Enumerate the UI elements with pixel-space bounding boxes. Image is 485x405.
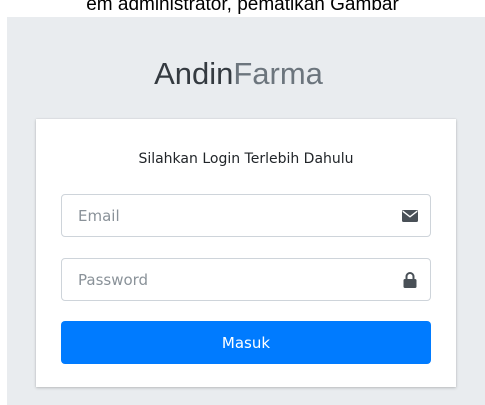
lock-icon [390, 259, 430, 300]
email-input[interactable] [62, 195, 390, 236]
brand-name-bold: Andin [154, 56, 234, 91]
brand-name-light: Farma [233, 56, 323, 91]
login-page: AndinFarma Silahkan Login Terlebih Dahul… [7, 17, 485, 405]
envelope-icon [390, 195, 430, 236]
login-submit-button[interactable]: Masuk [61, 321, 431, 364]
login-card: Silahkan Login Terlebih Dahulu Masuk [36, 119, 456, 387]
email-input-group [61, 194, 431, 237]
caption-text: em administrator, pematikan Gambar [86, 0, 399, 15]
login-box-message: Silahkan Login Terlebih Dahulu [138, 151, 354, 167]
brand-logo[interactable]: AndinFarma [7, 54, 470, 94]
password-input[interactable] [62, 259, 390, 300]
password-input-group [61, 258, 431, 301]
